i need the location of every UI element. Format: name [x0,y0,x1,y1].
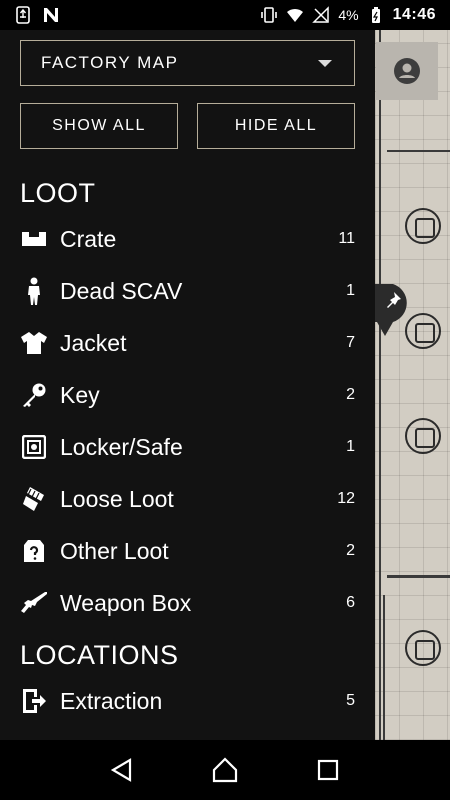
item-label: Loose Loot [60,485,174,512]
dropdown-arrow-icon [318,59,332,67]
list-item-key[interactable]: Key 2 [0,371,375,419]
loose-loot-icon [20,485,48,513]
battery-icon [371,7,380,23]
back-button[interactable] [107,755,137,785]
recents-button[interactable] [313,755,343,785]
rifle-icon [20,589,48,617]
map-fixture [405,418,441,454]
item-label: Extraction [60,687,163,714]
map-view[interactable] [375,30,450,740]
shirt-icon [20,329,48,357]
item-label: Locker/Safe [60,433,183,460]
map-wall [379,30,381,740]
list-item-dead-scav[interactable]: Dead SCAV 1 [0,267,375,315]
list-item-locker-safe[interactable]: Locker/Safe 1 [0,423,375,471]
safe-icon [20,433,48,461]
account-icon [394,58,420,84]
status-bar: 4% 14:46 [0,0,450,30]
system-nav-bar [0,740,450,800]
map-selector[interactable]: FACTORY MAP [20,40,355,86]
item-count: 12 [337,490,355,507]
account-button[interactable] [376,42,438,100]
item-label: Jacket [60,329,127,356]
home-button[interactable] [210,755,240,785]
item-count: 11 [338,230,355,247]
exit-door-icon [20,687,48,715]
item-label: Other Loot [60,537,169,564]
section-title-locations: LOCATIONS [20,640,179,670]
usb-icon [16,6,30,24]
map-selector-value: FACTORY MAP [41,53,179,72]
vibrate-icon [261,7,278,23]
item-count: 5 [346,692,355,709]
key-icon [20,381,48,409]
map-wall [387,575,450,578]
list-item-loose-loot[interactable]: Loose Loot 12 [0,475,375,523]
item-label: Key [60,381,100,408]
map-fixture [405,630,441,666]
item-count: 1 [346,438,355,455]
recents-icon [318,759,339,781]
map-fixture [405,208,441,244]
back-icon [110,758,131,782]
item-count: 6 [346,594,355,611]
question-box-icon [20,537,48,565]
item-label: Weapon Box [60,589,192,616]
clock: 14:46 [392,6,436,23]
section-title-loot: LOOT [20,178,96,208]
person-icon [20,277,48,305]
navigation-drawer: FACTORY MAP SHOW ALL HIDE ALL LOOT Crate… [0,30,375,740]
map-pin-icon[interactable] [375,282,413,336]
status-right: 4% 14:46 [260,6,436,24]
wifi-icon [287,8,304,22]
item-count: 2 [346,386,355,403]
crate-icon [20,225,48,253]
list-item-extraction[interactable]: Extraction 5 [0,677,375,725]
item-label: Crate [60,225,117,252]
item-count: 1 [346,282,355,299]
battery-percent: 4% [338,7,359,23]
map-wall [383,595,385,740]
status-left [14,6,60,24]
list-item-crate[interactable]: Crate 11 [0,215,375,263]
list-item-weapon-box[interactable]: Weapon Box 6 [0,579,375,627]
item-count: 2 [346,542,355,559]
item-count: 7 [346,334,355,351]
no-signal-icon [312,6,330,23]
show-all-button[interactable]: SHOW ALL [20,103,178,149]
item-label: Dead SCAV [60,277,183,304]
hide-all-button[interactable]: HIDE ALL [197,103,355,149]
list-item-other-loot[interactable]: Other Loot 2 [0,527,375,575]
n-icon [44,8,58,22]
home-icon [212,757,238,783]
map-wall [387,150,450,152]
list-item-jacket[interactable]: Jacket 7 [0,319,375,367]
